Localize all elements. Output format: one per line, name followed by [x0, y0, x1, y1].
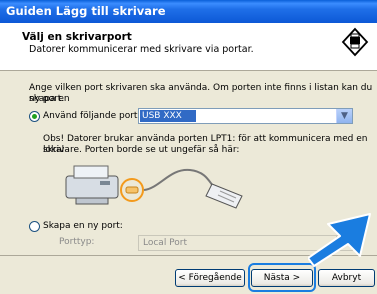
new-port-label[interactable]: Skapa en ny port:: [43, 221, 123, 232]
port-type-label: Porttyp:: [59, 237, 95, 247]
intro-line-1: Ange vilken port skrivaren ska använda. …: [29, 83, 373, 104]
new-port-radio[interactable]: [29, 221, 40, 232]
intro-line-2: ny port.: [29, 94, 65, 104]
note-line-2: skrivare. Porten borde se ut ungefär så …: [43, 145, 240, 155]
chevron-down-icon[interactable]: ▼: [336, 109, 352, 123]
port-highlight-icon: [120, 178, 144, 202]
page-title: Välj en skrivarport: [22, 31, 132, 43]
pointer-arrow-icon: [308, 213, 371, 267]
parallel-cable-icon: [205, 183, 243, 209]
use-port-label[interactable]: Använd följande port:: [43, 111, 140, 122]
next-button-highlight: [248, 263, 316, 292]
page-subtitle: Datorer kommunicerar med skrivare via po…: [29, 44, 254, 55]
use-port-radio[interactable]: [29, 111, 40, 122]
port-type-value: Local Port: [143, 238, 188, 248]
header-panel: Välj en skrivarport Datorer kommunicerar…: [0, 23, 377, 71]
printer-illustration-icon: [65, 165, 119, 205]
title-bar[interactable]: Guiden Lägg till skrivare: [0, 0, 377, 23]
printer-badge-icon: [340, 27, 370, 57]
port-illustration: [65, 165, 243, 209]
port-select-value: USB XXX: [140, 110, 196, 122]
wizard-window: Guiden Lägg till skrivare Välj en skriva…: [0, 0, 377, 294]
back-button[interactable]: < Föregående: [175, 269, 245, 287]
port-select[interactable]: USB XXX ▼: [138, 108, 353, 124]
